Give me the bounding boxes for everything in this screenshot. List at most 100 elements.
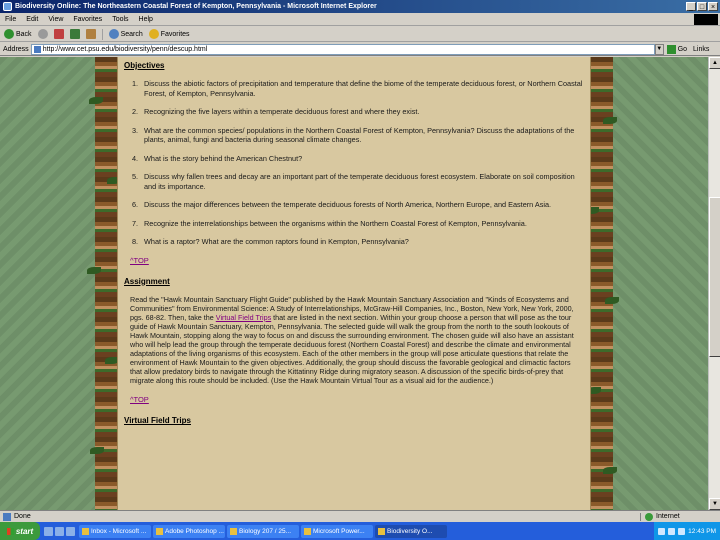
start-button[interactable]: start — [0, 522, 40, 540]
list-item: 6. Discuss the major differences between … — [132, 200, 584, 210]
objectives-heading: Objectives — [124, 61, 165, 70]
page-done-icon — [3, 512, 11, 521]
page-content: Objectives 1. Discuss the abiotic factors… — [117, 57, 591, 510]
item-number: 4. — [132, 153, 139, 163]
app-icon — [378, 527, 385, 535]
quick-launch-icon[interactable] — [44, 526, 53, 536]
task-label: Adobe Photoshop ... — [165, 527, 224, 535]
go-button[interactable]: Go — [666, 44, 688, 54]
stop-icon — [53, 29, 64, 39]
taskbar: start Inbox - Microsoft ... Adobe Photos… — [0, 522, 720, 540]
address-dropdown-button[interactable]: ▼ — [654, 43, 664, 55]
item-text: What are the common species/ populations… — [144, 125, 575, 145]
search-icon — [108, 29, 119, 39]
menu-favorites[interactable]: Favorites — [68, 16, 107, 23]
scroll-up-button[interactable]: ▲ — [709, 57, 720, 69]
tray-icon[interactable] — [668, 527, 676, 535]
scroll-down-button[interactable]: ▼ — [709, 498, 720, 510]
windows-flag-icon — [6, 527, 14, 535]
list-item: 3. What are the common species/ populatio… — [132, 126, 584, 145]
item-number: 1. — [132, 79, 139, 88]
item-text: What is a raptor? What are the common ra… — [144, 237, 409, 246]
vertical-scrollbar[interactable]: ▲ ▼ — [708, 57, 720, 510]
home-button[interactable] — [84, 29, 98, 39]
minimize-button[interactable]: _ — [686, 2, 696, 11]
menu-file[interactable]: File — [0, 16, 21, 23]
tray-icon[interactable] — [678, 527, 686, 535]
item-text: Recognize the interrelationships between… — [144, 218, 527, 228]
back-arrow-icon — [4, 29, 14, 39]
maximize-button[interactable]: □ — [697, 2, 707, 11]
assignment-heading: Assignment — [124, 276, 170, 286]
taskbar-button-biology[interactable]: Biology 207 / 25... — [227, 524, 299, 538]
refresh-icon — [69, 29, 80, 39]
security-zone: Internet — [640, 512, 720, 521]
item-number: 5. — [132, 172, 139, 181]
virtual-field-trips-link[interactable]: Virtual Field Trips — [216, 313, 271, 322]
internet-globe-icon — [645, 512, 653, 521]
item-number: 8. — [132, 237, 139, 246]
virtual-field-trips-heading: Virtual Field Trips — [124, 416, 191, 426]
status-text: Done — [14, 513, 31, 520]
close-button[interactable]: × — [708, 2, 718, 11]
menu-view[interactable]: View — [43, 16, 68, 23]
list-item: 8. What is a raptor? What are the common … — [132, 237, 584, 247]
status-bar: Done Internet — [0, 510, 720, 522]
toolbar: Back Search Favorites — [0, 27, 720, 42]
app-icon — [82, 527, 89, 535]
address-url: http://www.cet.psu.edu/biodiversity/penn… — [42, 45, 208, 53]
menu-bar: File Edit View Favorites Tools Help — [0, 13, 720, 26]
favorites-label: Favorites — [160, 30, 190, 38]
quick-launch — [44, 526, 75, 536]
top-link[interactable]: ^TOP — [130, 256, 584, 265]
menu-edit[interactable]: Edit — [21, 16, 43, 23]
address-bar: Address http://www.cet.psu.edu/biodivers… — [0, 43, 720, 56]
app-icon — [156, 527, 163, 535]
item-text: Discuss the major differences between th… — [144, 200, 552, 209]
windows-logo-icon — [694, 13, 718, 25]
assignment-text-2: that are listed in the next section. Wit… — [130, 312, 574, 386]
top-link-2[interactable]: ^TOP — [130, 395, 584, 404]
address-input[interactable]: http://www.cet.psu.edu/biodiversity/penn… — [30, 43, 655, 55]
scroll-thumb[interactable] — [709, 197, 720, 357]
back-button[interactable]: Back — [2, 29, 34, 39]
refresh-button[interactable] — [68, 29, 82, 39]
app-icon — [304, 527, 311, 535]
go-label: Go — [677, 45, 688, 53]
item-text: Discuss the abiotic factors of precipita… — [144, 79, 583, 98]
assignment-paragraph: Read the "Hawk Mountain Sanctuary Flight… — [124, 295, 584, 386]
stop-button[interactable] — [52, 29, 66, 39]
toolbar-divider — [101, 28, 103, 40]
quick-launch-icon[interactable] — [55, 526, 64, 536]
taskbar-button-biodiversity[interactable]: Biodiversity O... — [375, 524, 447, 538]
search-label: Search — [120, 30, 143, 38]
search-button[interactable]: Search — [107, 29, 145, 39]
taskbar-button-powerpoint[interactable]: Microsoft Power... — [301, 524, 373, 538]
app-icon — [230, 527, 237, 535]
links-button[interactable]: Links — [693, 46, 709, 53]
forward-button[interactable] — [36, 29, 50, 39]
home-icon — [85, 29, 96, 39]
favorites-button[interactable]: Favorites — [147, 29, 192, 39]
task-label: Biology 207 / 25... — [239, 527, 292, 535]
quick-launch-icon[interactable] — [66, 526, 75, 536]
menu-help[interactable]: Help — [134, 16, 158, 23]
go-arrow-icon — [666, 44, 676, 54]
ie-icon — [3, 2, 12, 11]
menu-tools[interactable]: Tools — [107, 16, 133, 23]
vine-border-right — [585, 57, 619, 510]
taskbar-button-photoshop[interactable]: Adobe Photoshop ... — [153, 524, 225, 538]
clock[interactable]: 12:43 PM — [688, 528, 716, 535]
window-controls: _ □ × — [686, 2, 718, 11]
objectives-list: 1. Discuss the abiotic factors of precipi… — [124, 79, 584, 247]
vine-border-left — [87, 57, 121, 510]
favorites-star-icon — [148, 29, 159, 39]
task-label: Inbox - Microsoft ... — [91, 527, 147, 535]
background-pattern-left — [0, 57, 95, 510]
forward-arrow-icon — [37, 29, 48, 39]
list-item: 7. Recognize the interrelationships betwe… — [132, 219, 584, 229]
taskbar-button-outlook[interactable]: Inbox - Microsoft ... — [79, 524, 151, 538]
tray-icon[interactable] — [658, 527, 666, 535]
list-item: 5. Discuss why fallen trees and decay are… — [132, 172, 584, 191]
item-number: 3. — [132, 125, 139, 135]
